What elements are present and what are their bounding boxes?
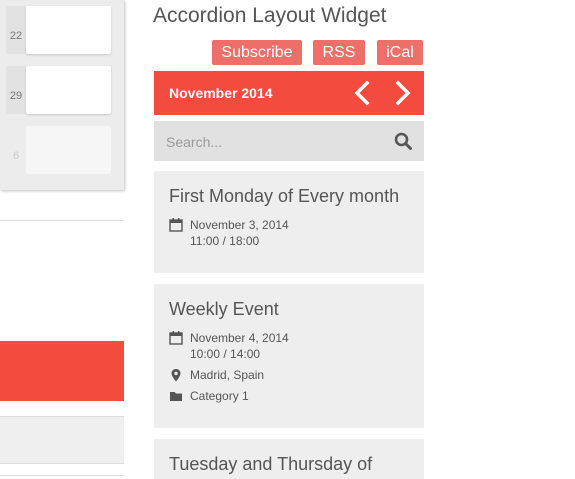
calendar-day[interactable]: 29 [6, 66, 111, 114]
divider [0, 220, 124, 221]
event-time: 10:00 / 14:00 [190, 347, 261, 361]
month-navigation-bar: November 2014 [154, 71, 424, 115]
search-box [154, 121, 424, 163]
day-cell[interactable] [26, 66, 111, 114]
folder-icon [169, 389, 183, 403]
event-item[interactable]: Tuesday and Thursday of [154, 439, 424, 479]
calendar-icon [169, 331, 183, 345]
search-input[interactable] [164, 121, 378, 163]
event-title[interactable]: Weekly Event [169, 299, 279, 320]
event-title[interactable]: First Monday of Every month [169, 186, 399, 207]
event-item[interactable]: First Monday of Every month November 3, … [154, 171, 424, 273]
event-date: November 4, 2014 [190, 331, 289, 345]
event-item[interactable]: Weekly Event November 4, 2014 10:00 / 14… [154, 284, 424, 428]
event-category: Category 1 [190, 389, 249, 403]
month-calendar-grid: 22 29 6 [0, 0, 124, 190]
day-cell[interactable] [26, 6, 111, 54]
search-icon[interactable] [394, 132, 412, 150]
rss-button[interactable]: RSS [313, 40, 365, 65]
day-number: 29 [6, 66, 26, 114]
ical-button[interactable]: iCal [377, 40, 423, 65]
event-date: November 3, 2014 [190, 218, 289, 232]
map-pin-icon [169, 368, 183, 382]
calendar-day-other-month[interactable]: 6 [6, 126, 111, 174]
calendar-day[interactable]: 22 [6, 6, 111, 54]
divider [0, 475, 124, 476]
chevron-right-icon[interactable] [388, 79, 416, 107]
day-cell[interactable] [26, 126, 111, 174]
day-number: 22 [6, 6, 26, 54]
day-number: 6 [6, 126, 26, 174]
event-location: Madrid, Spain [190, 368, 265, 382]
event-title[interactable]: Tuesday and Thursday of [169, 454, 372, 475]
month-label: November 2014 [169, 85, 273, 101]
subscribe-button[interactable]: Subscribe [212, 40, 302, 65]
header-bar [0, 341, 124, 401]
calendar-icon [169, 218, 183, 232]
event-time: 11:00 / 18:00 [190, 234, 260, 248]
widget-title: Accordion Layout Widget [153, 4, 387, 27]
chevron-left-icon[interactable] [349, 79, 377, 107]
search-bar[interactable] [0, 416, 124, 464]
